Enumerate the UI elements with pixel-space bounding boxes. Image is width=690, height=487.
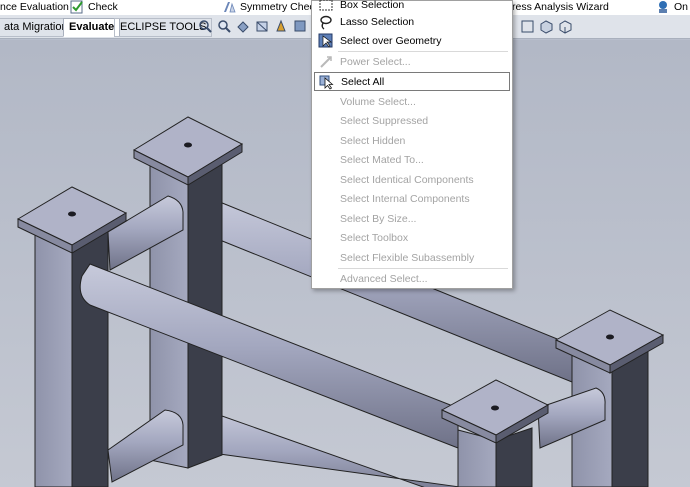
blank-icon: [318, 230, 334, 246]
zoom-to-fit-icon[interactable]: [198, 19, 213, 34]
menu-item-select-toolbox[interactable]: Select Toolbox: [314, 228, 510, 247]
blank-icon: [318, 94, 334, 110]
on-button[interactable]: On: [656, 0, 688, 14]
menu-item-select-by-size[interactable]: Select By Size...: [314, 209, 510, 228]
symmetry-check-label: Symmetry Check: [240, 1, 320, 13]
menu-item-select-identical-components[interactable]: Select Identical Components: [314, 170, 510, 189]
blank-icon: [318, 211, 334, 227]
post-front-right: [440, 379, 550, 487]
zoom-to-area-icon[interactable]: [217, 19, 232, 34]
box-selection-icon: [319, 0, 333, 10]
heads-up-toolbar-right: [520, 19, 573, 34]
menu-item-select-internal-components[interactable]: Select Internal Components: [314, 189, 510, 208]
stress-analysis-label: ress Analysis Wizard: [512, 1, 609, 13]
performance-evaluation-button[interactable]: nce Evaluation: [0, 0, 69, 14]
section-view-icon[interactable]: [255, 19, 270, 34]
menu-item-advanced-select[interactable]: Advanced Select...: [314, 269, 510, 288]
hide-show-icon[interactable]: [520, 19, 535, 34]
on-label: On: [674, 1, 689, 13]
menu-item-select-over-geometry[interactable]: Select over Geometry: [314, 31, 510, 50]
stress-analysis-wizard-button[interactable]: ress Analysis Wizard: [512, 0, 609, 14]
menu-item-power-select[interactable]: Power Select...: [314, 52, 510, 71]
lasso-selection-icon: [320, 15, 332, 30]
tab-evaluate[interactable]: Evaluate: [63, 18, 121, 37]
selection-dropdown-menu: Box Selection Lasso Selection Select ove…: [311, 0, 513, 289]
view-orientation-icon[interactable]: [274, 19, 289, 34]
edit-appearance-icon[interactable]: [539, 19, 554, 34]
apply-scene-icon[interactable]: [558, 19, 573, 34]
previous-view-icon[interactable]: [236, 19, 251, 34]
select-all-icon: [319, 75, 334, 90]
on-icon: [659, 1, 667, 13]
blank-icon: [318, 271, 334, 287]
menu-item-select-mated-to[interactable]: Select Mated To...: [314, 150, 510, 169]
power-select-icon: [320, 55, 332, 68]
check-icon: [70, 0, 83, 14]
performance-evaluation-label: nce Evaluation: [0, 1, 69, 13]
heads-up-toolbar-left: [198, 19, 308, 34]
blank-icon: [318, 133, 334, 149]
side-rail-left-lower: [107, 409, 184, 483]
menu-item-select-hidden[interactable]: Select Hidden: [314, 131, 510, 150]
menu-item-select-all[interactable]: Select All: [314, 72, 510, 91]
blank-icon: [318, 172, 334, 188]
blank-icon: [318, 152, 334, 168]
blank-icon: [318, 113, 334, 129]
check-label: Check: [88, 1, 118, 13]
menu-item-volume-select[interactable]: Volume Select...: [314, 92, 510, 111]
menu-item-select-suppressed[interactable]: Select Suppressed: [314, 111, 510, 130]
check-button[interactable]: Check: [70, 0, 118, 14]
blank-icon: [318, 191, 334, 207]
select-over-geometry-icon: [318, 33, 333, 48]
menu-item-lasso-selection[interactable]: Lasso Selection: [314, 12, 510, 31]
blank-icon: [318, 250, 334, 266]
symmetry-check-icon: [224, 2, 236, 13]
menu-item-select-flexible-subassembly[interactable]: Select Flexible Subassembly: [314, 248, 510, 267]
display-style-icon[interactable]: [293, 19, 308, 34]
symmetry-check-button[interactable]: Symmetry Check: [222, 0, 320, 14]
